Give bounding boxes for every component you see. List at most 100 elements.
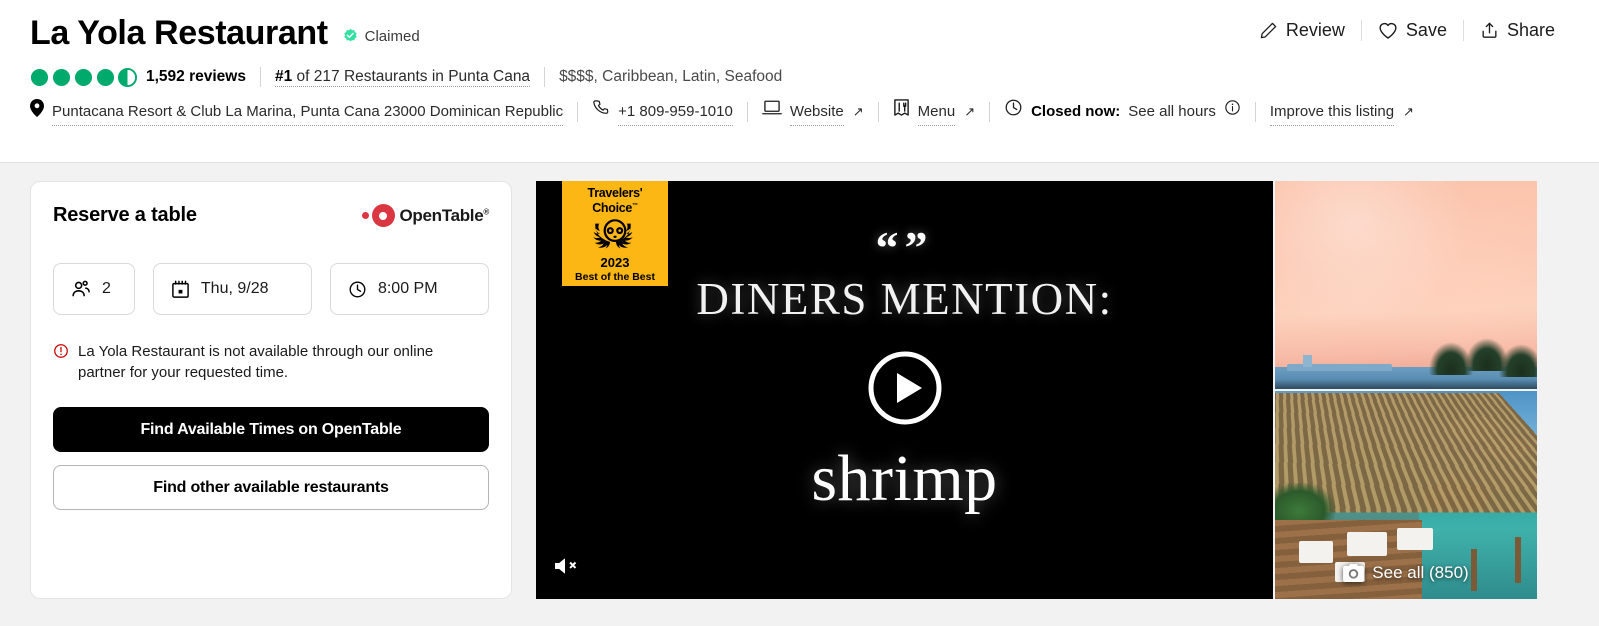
share-icon xyxy=(1480,21,1499,40)
external-link-icon: ↗ xyxy=(964,104,976,119)
speaker-muted-icon xyxy=(553,558,579,581)
phone-icon xyxy=(592,99,610,126)
divider xyxy=(1254,102,1256,122)
party-size-picker[interactable]: 2 xyxy=(53,263,135,315)
phone-item[interactable]: +1 809-959-1010 xyxy=(592,99,733,126)
verified-badge-icon xyxy=(342,28,359,45)
opentable-logo: OpenTable® xyxy=(361,204,490,227)
rating-bubble-full xyxy=(52,68,71,87)
divider xyxy=(259,67,261,87)
ranking[interactable]: #1 of 217 Restaurants in Punta Cana xyxy=(274,67,531,87)
share-label: Share xyxy=(1506,19,1555,40)
camera-icon xyxy=(1343,564,1365,582)
restaurant-detail-page: La Yola Restaurant Claimed Review Save S… xyxy=(0,0,1599,626)
rating-bubble-full xyxy=(30,68,49,87)
time-value: 8:00 PM xyxy=(377,280,438,297)
page-title: La Yola Restaurant xyxy=(30,14,328,52)
external-link-icon: ↗ xyxy=(1403,104,1414,119)
media-gallery: Travelers' Choice™ 2023 Best of the Best… xyxy=(536,181,1577,599)
address-item[interactable]: Puntacana Resort & Club La Marina, Punta… xyxy=(30,98,564,126)
review-button[interactable]: Review xyxy=(1243,20,1361,41)
hours-item[interactable]: Closed now: See all hours xyxy=(1004,98,1241,126)
date-picker[interactable]: Thu, 9/28 xyxy=(152,263,312,315)
divider xyxy=(877,102,879,122)
main-content: Reserve a table OpenTable® 2 Thu, 9/28 8… xyxy=(0,163,1599,599)
share-button[interactable]: Share xyxy=(1462,19,1571,41)
header-actions: Review Save Share xyxy=(1243,12,1571,48)
reservation-header: Reserve a table OpenTable® xyxy=(53,204,489,227)
website-label: Website xyxy=(789,99,844,126)
mute-toggle-button[interactable] xyxy=(553,555,579,582)
save-button[interactable]: Save xyxy=(1360,19,1463,41)
video-quote-marks: “” xyxy=(875,222,934,273)
opentable-mark-icon xyxy=(361,204,395,227)
photo-decoration xyxy=(1397,528,1433,551)
find-other-restaurants-button[interactable]: Find other available restaurants xyxy=(53,465,489,510)
photo-sunset-sky[interactable] xyxy=(1275,181,1537,389)
availability-warning: La Yola Restaurant is not available thro… xyxy=(53,341,483,383)
website-item[interactable]: Website ↗ xyxy=(761,99,864,126)
rating-bubbles[interactable] xyxy=(30,67,137,87)
warning-text: La Yola Restaurant is not available thro… xyxy=(78,343,434,381)
divider xyxy=(746,102,748,122)
badge-line-2: Choice™ xyxy=(592,201,638,216)
video-caption-line-1: DINERS MENTION: xyxy=(696,274,1113,324)
clock-icon xyxy=(1004,98,1023,126)
improve-listing-label: Improve this listing xyxy=(1269,99,1395,126)
see-all-hours-link[interactable]: See all hours xyxy=(1128,99,1216,125)
laptop-icon xyxy=(761,99,782,125)
reservation-card: Reserve a table OpenTable® 2 Thu, 9/28 8… xyxy=(30,181,512,599)
save-label: Save xyxy=(1405,19,1447,40)
page-header: La Yola Restaurant Claimed Review Save S… xyxy=(0,0,1599,163)
divider xyxy=(544,67,546,87)
clock-icon xyxy=(348,280,367,299)
open-status: Closed now: xyxy=(1031,103,1121,120)
photo-decoration xyxy=(1347,532,1387,557)
reserve-a-table-title: Reserve a table xyxy=(53,204,197,226)
divider xyxy=(989,102,991,122)
photo-decoration xyxy=(1303,355,1312,367)
date-value: Thu, 9/28 xyxy=(200,280,269,297)
info-circle-icon[interactable] xyxy=(1224,99,1241,125)
info-row: Puntacana Resort & Club La Marina, Punta… xyxy=(30,98,1569,126)
cuisine-and-price: $$$$, Caribbean, Latin, Seafood xyxy=(559,68,783,85)
improve-listing-item[interactable]: Improve this listing ↗ xyxy=(1269,99,1414,126)
play-button[interactable] xyxy=(867,350,943,426)
photo-waterfront-dining[interactable]: See all (850) xyxy=(1275,391,1537,599)
menu-item[interactable]: Menu ↗ xyxy=(893,98,975,126)
map-pin-icon xyxy=(30,98,44,126)
address-text: Puntacana Resort & Club La Marina, Punta… xyxy=(52,99,564,126)
claimed-badge[interactable]: Claimed xyxy=(342,22,420,45)
rank-number: #1 xyxy=(274,67,293,85)
party-size-value: 2 xyxy=(102,280,111,297)
calendar-icon xyxy=(171,280,190,299)
rating-row: 1,592 reviews #1 of 217 Restaurants in P… xyxy=(30,60,1569,94)
badge-line-1: Travelers' xyxy=(587,185,643,200)
menu-card-icon xyxy=(893,98,910,126)
rating-bubble-half xyxy=(118,67,137,87)
claimed-label: Claimed xyxy=(364,27,420,45)
photo-decoration xyxy=(1299,540,1333,563)
heart-icon xyxy=(1378,21,1398,40)
rank-suffix: of 217 Restaurants in Punta Cana xyxy=(292,67,531,85)
rating-bubble-full xyxy=(74,68,93,87)
reservation-pickers: 2 Thu, 9/28 8:00 PM xyxy=(53,263,489,315)
alert-circle-icon xyxy=(53,343,69,383)
rating-bubble-full xyxy=(96,68,115,87)
pencil-icon xyxy=(1259,21,1278,40)
menu-label: Menu xyxy=(917,99,956,126)
video-player[interactable]: Travelers' Choice™ 2023 Best of the Best… xyxy=(536,181,1273,599)
divider xyxy=(577,102,579,122)
reviews-count[interactable]: 1,592 reviews xyxy=(146,68,246,86)
see-all-photos-button[interactable]: See all (850) xyxy=(1275,563,1537,583)
people-icon xyxy=(71,280,91,298)
phone-number: +1 809-959-1010 xyxy=(618,99,733,126)
review-label: Review xyxy=(1285,19,1345,40)
see-all-label: See all (850) xyxy=(1372,563,1469,582)
video-caption-line-2: shrimp xyxy=(811,442,998,515)
opentable-wordmark: OpenTable® xyxy=(399,205,490,225)
find-available-times-button[interactable]: Find Available Times on OpenTable xyxy=(53,407,489,452)
time-picker[interactable]: 8:00 PM xyxy=(329,263,489,315)
external-link-icon: ↗ xyxy=(852,104,864,119)
photo-column: See all (850) xyxy=(1275,181,1537,599)
